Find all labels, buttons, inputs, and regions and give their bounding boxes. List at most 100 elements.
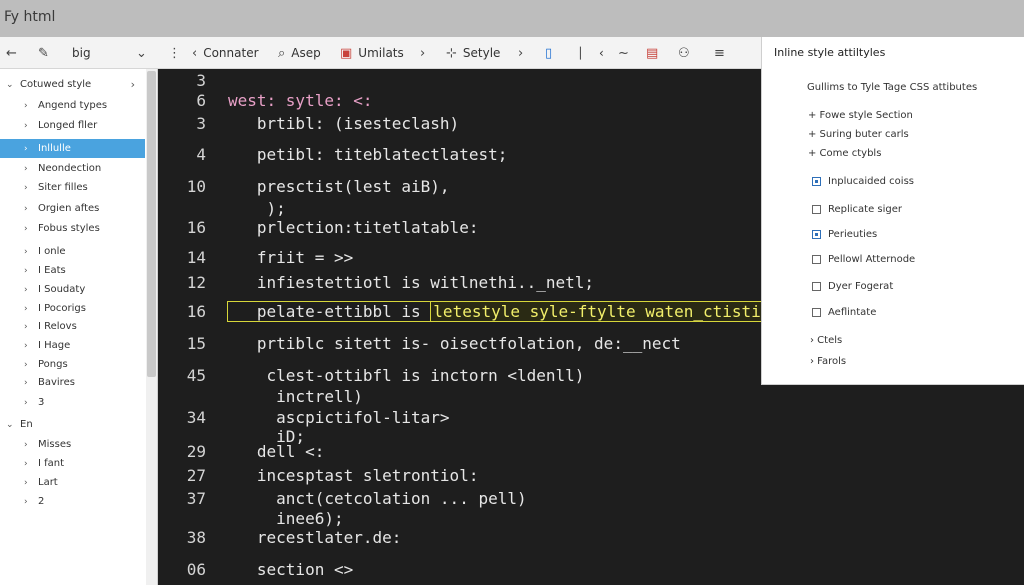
chevron-right-icon[interactable]: › bbox=[24, 144, 38, 154]
chevron-right-icon[interactable]: › bbox=[24, 183, 38, 193]
panel-section-item[interactable]: + Come ctybls bbox=[808, 148, 881, 159]
panel-checkbox-row[interactable]: Replicate siger bbox=[812, 204, 902, 215]
code-line[interactable]: west: sytle: <: bbox=[228, 91, 373, 110]
tree-item[interactable]: › Pongs bbox=[0, 355, 145, 374]
tree-item[interactable]: › Neondection bbox=[0, 159, 145, 178]
tree-item[interactable]: › Angend types bbox=[0, 96, 145, 115]
code-line[interactable]: friit = >> bbox=[228, 248, 353, 267]
code-line[interactable]: pelate-ettibbl is letestyle syle-ftylte … bbox=[226, 301, 784, 322]
checkbox[interactable] bbox=[812, 282, 821, 291]
tree-item[interactable]: ⌄ En bbox=[0, 415, 145, 434]
chevron-right-icon[interactable]: › bbox=[24, 398, 38, 408]
checkbox[interactable] bbox=[812, 177, 821, 186]
panel-checkbox-row[interactable]: Pellowl Atternode bbox=[812, 254, 915, 265]
chevron-right-icon[interactable]: › bbox=[24, 266, 38, 276]
chevron-right-icon[interactable]: › bbox=[24, 360, 38, 370]
tree-item[interactable]: › I Pocorigs bbox=[0, 299, 145, 318]
checkbox-label: Aeflintate bbox=[828, 307, 877, 318]
tree-item[interactable]: › Siter filles bbox=[0, 178, 145, 197]
menu-button[interactable]: ≡ bbox=[714, 37, 731, 69]
sidebar-scrollbar-thumb[interactable] bbox=[147, 71, 156, 377]
code-line[interactable]: dell <: bbox=[228, 442, 324, 461]
file-dropdown-button[interactable]: ⌄ bbox=[136, 37, 153, 69]
edit-button[interactable]: ✎ bbox=[38, 37, 55, 69]
code-line[interactable]: prtiblc sitett is- oisectfolation, de:__… bbox=[228, 334, 681, 353]
tree-item[interactable]: › Longed fller bbox=[0, 116, 145, 135]
back-button[interactable]: ← bbox=[6, 37, 23, 69]
chevron-right-icon[interactable]: › bbox=[24, 341, 38, 351]
panel-section-item[interactable]: + Fowe style Section bbox=[808, 110, 913, 121]
tree-item[interactable]: › 2 bbox=[0, 492, 145, 511]
chevron-right-icon[interactable]: › bbox=[24, 497, 38, 507]
checkbox[interactable] bbox=[812, 230, 821, 239]
chevron-right-icon[interactable]: › bbox=[24, 204, 38, 214]
umilats-button[interactable]: ▣ Umilats bbox=[340, 37, 404, 69]
nav-next-button[interactable]: › bbox=[518, 37, 529, 69]
tree-item[interactable]: › I onle bbox=[0, 242, 145, 261]
code-line[interactable]: anct(cetcolation ... pell) bbox=[228, 489, 526, 508]
chevron-right-icon[interactable]: › bbox=[24, 224, 38, 234]
asep-button[interactable]: ⌕ Asep bbox=[278, 37, 321, 69]
tree-item[interactable]: › Fobus styles bbox=[0, 219, 145, 238]
tree-item[interactable]: › Orgien aftes bbox=[0, 199, 145, 218]
chevron-down-icon[interactable]: ⌄ bbox=[6, 420, 20, 430]
tree-item[interactable]: ⌄ Cotuwed style › bbox=[0, 75, 145, 94]
chevron-right-icon[interactable]: › bbox=[24, 121, 38, 131]
tree-item[interactable]: › I fant bbox=[0, 454, 145, 473]
checkbox[interactable] bbox=[812, 205, 821, 214]
checkbox[interactable] bbox=[812, 308, 821, 317]
chevron-right-icon[interactable]: › bbox=[131, 78, 135, 91]
setyle-button[interactable]: ⊹ Setyle bbox=[446, 37, 500, 69]
code-line[interactable]: inctrell) bbox=[228, 387, 363, 406]
code-line[interactable]: petibl: titeblatectlatest; bbox=[228, 145, 507, 164]
panel-section-item[interactable]: + Suring buter carls bbox=[808, 129, 909, 140]
tree-item[interactable]: › Lart bbox=[0, 473, 145, 492]
chevron-right-icon[interactable]: › bbox=[24, 459, 38, 469]
tree-item[interactable]: › I Relovs bbox=[0, 317, 145, 336]
code-line[interactable]: inee6); bbox=[228, 509, 343, 528]
chevron-right-icon[interactable]: › bbox=[24, 247, 38, 257]
chevron-right-icon[interactable]: › bbox=[24, 440, 38, 450]
code-line[interactable]: brtibl: (isesteclash) bbox=[228, 114, 459, 133]
chevron-right-icon[interactable]: › bbox=[24, 322, 38, 332]
tree-item[interactable]: › I Soudaty bbox=[0, 280, 145, 299]
file-selector[interactable]: big bbox=[72, 37, 91, 69]
chevron-right-icon[interactable]: › bbox=[24, 101, 38, 111]
columns-button[interactable]: ▤ bbox=[646, 37, 664, 69]
wave-button[interactable]: ~ bbox=[618, 37, 635, 69]
tree-item[interactable]: › I Eats bbox=[0, 261, 145, 280]
panel-toggle-button[interactable]: ▯ bbox=[545, 37, 558, 69]
chevron-right-icon[interactable]: › bbox=[24, 304, 38, 314]
user-button[interactable]: ⚇ bbox=[678, 37, 696, 69]
tree-item[interactable]: › Misses bbox=[0, 435, 145, 454]
code-line[interactable]: ascpictifol-litar> bbox=[228, 408, 449, 427]
panel-expand-link[interactable]: › Ctels bbox=[810, 335, 842, 346]
tree-item[interactable]: › Inllulle bbox=[0, 139, 145, 158]
connater-button[interactable]: ‹ Connater bbox=[192, 37, 259, 69]
tree-item[interactable]: › Bavires bbox=[0, 373, 145, 392]
chevron-down-icon[interactable]: ⌄ bbox=[6, 80, 20, 90]
panel-checkbox-row[interactable]: Inplucaided coiss bbox=[812, 176, 914, 187]
chevron-right-icon[interactable]: › bbox=[24, 478, 38, 488]
code-line[interactable]: section <> bbox=[228, 560, 353, 579]
code-line[interactable]: recestlater.de: bbox=[228, 528, 402, 547]
panel-checkbox-row[interactable]: Dyer Fogerat bbox=[812, 281, 893, 292]
panel-checkbox-row[interactable]: Perieuties bbox=[812, 229, 877, 240]
panel-expand-link[interactable]: › Farols bbox=[810, 356, 846, 367]
checkbox[interactable] bbox=[812, 255, 821, 264]
nav-forward-button[interactable]: › bbox=[420, 37, 431, 69]
chevron-right-icon[interactable]: › bbox=[24, 285, 38, 295]
code-line[interactable]: infiestettiotl is witlnethi.._netl; bbox=[228, 273, 594, 292]
code-line[interactable]: prlection:titetlatable: bbox=[228, 218, 479, 237]
code-line[interactable]: ); bbox=[228, 199, 286, 218]
code-line[interactable]: clest-ottibfl is inctorn <ldenll) bbox=[228, 366, 585, 385]
toolbar-more-button[interactable]: ⋮ bbox=[168, 37, 187, 69]
code-line[interactable]: incesptast sletrontiol: bbox=[228, 466, 479, 485]
chevron-right-icon[interactable]: › bbox=[24, 378, 38, 388]
panel-checkbox-row[interactable]: Aeflintate bbox=[812, 307, 876, 318]
indent-button[interactable]: ⎸ ‹ bbox=[580, 37, 604, 69]
tree-item[interactable]: › 3 bbox=[0, 393, 145, 412]
tree-item[interactable]: › I Hage bbox=[0, 336, 145, 355]
code-line[interactable]: presctist(lest aiB), bbox=[228, 177, 450, 196]
chevron-right-icon[interactable]: › bbox=[24, 164, 38, 174]
